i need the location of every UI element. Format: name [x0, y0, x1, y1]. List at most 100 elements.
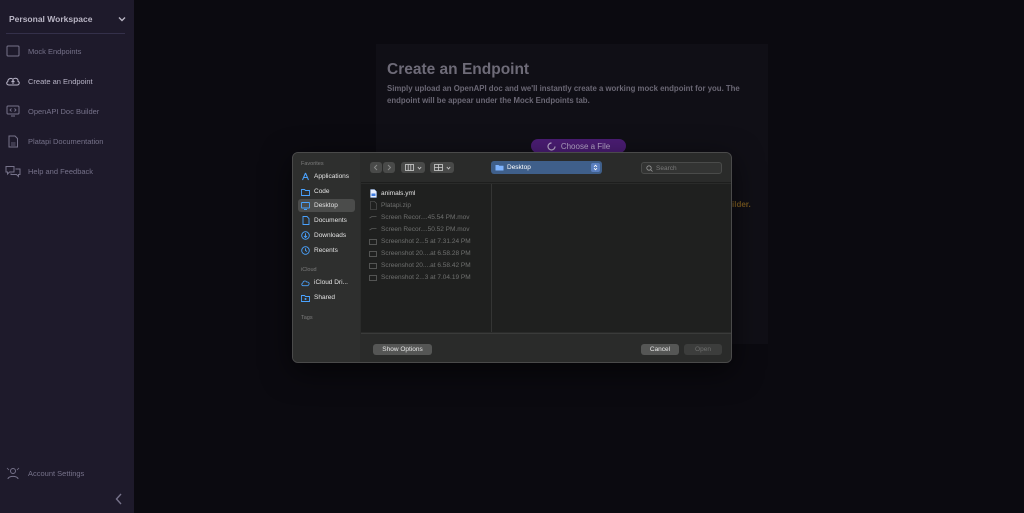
sidebar-item-desktop[interactable]: Desktop [298, 199, 355, 212]
cancel-button[interactable]: Cancel [641, 344, 679, 355]
code-window-icon [5, 104, 21, 118]
file-name: Platapi.zip [381, 202, 411, 209]
sidebar-item-label: Platapi Documentation [28, 136, 104, 146]
app-sidebar: Personal Workspace Mock Endpoints Create… [0, 0, 134, 513]
file-name: Screenshot 2...3 at 7.04.19 PM [381, 274, 471, 281]
sidebar-item-label: Shared [314, 294, 335, 301]
sidebar-item-label: Create an Endpoint [28, 76, 93, 86]
sidebar-item-applications[interactable]: Applications [298, 170, 355, 183]
file-name: Screen Recor....45.54 PM.mov [381, 214, 470, 221]
sidebar-item-label: Desktop [314, 202, 338, 209]
search-input[interactable] [656, 164, 716, 172]
sidebar-item-label: iCloud Dri... [314, 279, 348, 286]
spinner-icon [547, 141, 556, 151]
applications-icon [301, 172, 310, 181]
chevron-down-icon [445, 166, 451, 170]
open-button[interactable]: Open [684, 344, 722, 355]
choose-file-label: Choose a File [560, 141, 611, 151]
page-description: Simply upload an OpenAPI doc and we'll i… [387, 84, 740, 105]
up-down-arrows-icon [591, 163, 600, 172]
sidebar-item-create-endpoint[interactable]: Create an Endpoint [5, 71, 130, 91]
chat-bubbles-icon [5, 164, 21, 178]
yml-file-icon [369, 189, 377, 198]
image-file-icon [369, 273, 377, 282]
sidebar-item-label: Account Settings [28, 468, 85, 478]
sidebar-item-label: Mock Endpoints [28, 46, 82, 56]
workspace-name: Personal Workspace [9, 14, 93, 24]
video-file-icon [369, 213, 377, 222]
clock-icon [301, 246, 310, 255]
hint-link-text: ilder. [732, 200, 751, 209]
file-row: Screenshot 20....at 6.58.42 PM [369, 260, 471, 271]
sidebar-item-documents[interactable]: Documents [298, 214, 355, 227]
sidebar-item-recents[interactable]: Recents [298, 244, 355, 257]
sidebar-item-shared[interactable]: Shared [298, 291, 355, 304]
download-icon [301, 231, 310, 240]
file-row: Screenshot 2...3 at 7.04.19 PM [369, 272, 471, 283]
cloud-icon [301, 278, 310, 287]
section-favorites: Favorites [301, 161, 324, 167]
video-file-icon [369, 225, 377, 234]
file-row: Screenshot 2...5 at 7.31.24 PM [369, 236, 471, 247]
sidebar-item-downloads[interactable]: Downloads [298, 229, 355, 242]
shared-folder-icon [301, 293, 310, 302]
chevron-down-icon [416, 166, 422, 170]
file-row-animals-yml[interactable]: animals.yml [369, 188, 415, 199]
file-name: Screenshot 20....at 6.58.28 PM [381, 250, 471, 257]
view-mode-button[interactable] [401, 162, 425, 173]
search-field[interactable] [641, 162, 722, 174]
sidebar-item-openapi-doc-builder[interactable]: OpenAPI Doc Builder [5, 101, 130, 121]
window-icon [5, 44, 21, 58]
folder-icon [495, 165, 504, 171]
image-file-icon [369, 237, 377, 246]
document-icon [5, 134, 21, 148]
desktop-icon [301, 201, 310, 210]
dialog-sidebar: Favorites Applications Code Desktop Docu… [293, 153, 360, 362]
workspace-switcher[interactable]: Personal Workspace [9, 10, 127, 28]
file-picker-dialog: Favorites Applications Code Desktop Docu… [292, 152, 732, 363]
sidebar-item-label: Code [314, 188, 330, 195]
sidebar-item-help-feedback[interactable]: Help and Feedback [5, 161, 130, 181]
file-name: Screen Recor....50.52 PM.mov [381, 226, 470, 233]
document-icon [301, 216, 310, 225]
chevron-down-icon [118, 17, 126, 22]
back-button[interactable] [370, 162, 382, 173]
location-popup[interactable]: Desktop [491, 161, 602, 174]
forward-button[interactable] [383, 162, 395, 173]
sidebar-item-label: Downloads [314, 232, 347, 239]
show-options-button[interactable]: Show Options [373, 344, 432, 355]
person-icon [5, 466, 21, 480]
section-icloud: iCloud [301, 267, 317, 273]
chevron-left-icon [373, 164, 378, 171]
sidebar-item-code[interactable]: Code [298, 185, 355, 198]
sidebar-item-account-settings[interactable]: Account Settings [5, 463, 130, 483]
folder-icon [301, 187, 310, 196]
file-browser: animals.yml Platapi.zip Screen Recor....… [361, 184, 731, 332]
search-icon [646, 164, 653, 172]
cloud-upload-icon [5, 74, 21, 88]
file-row: Platapi.zip [369, 200, 411, 211]
sidebar-item-label: OpenAPI Doc Builder [28, 106, 100, 116]
dialog-footer: Show Options Cancel Open [361, 333, 731, 362]
sidebar-item-label: Documents [314, 217, 347, 224]
group-button[interactable] [430, 162, 454, 173]
file-name: animals.yml [381, 190, 416, 197]
sidebar-item-platapi-documentation[interactable]: Platapi Documentation [5, 131, 130, 151]
choose-file-button[interactable]: Choose a File [531, 139, 626, 153]
zip-file-icon [369, 201, 377, 210]
sidebar-item-mock-endpoints[interactable]: Mock Endpoints [5, 41, 130, 61]
file-name: Screenshot 2...5 at 7.31.24 PM [381, 238, 471, 245]
chevron-right-icon [387, 164, 392, 171]
file-row: Screenshot 20....at 6.58.28 PM [369, 248, 471, 259]
sidebar-item-label: Help and Feedback [28, 166, 94, 176]
location-label: Desktop [507, 164, 531, 171]
image-file-icon [369, 261, 377, 270]
image-file-icon [369, 249, 377, 258]
section-tags: Tags [301, 315, 313, 321]
collapse-sidebar-icon[interactable] [113, 492, 125, 506]
sidebar-item-icloud-drive[interactable]: iCloud Dri... [298, 276, 355, 289]
file-name: Screenshot 20....at 6.58.42 PM [381, 262, 471, 269]
grid-icon [433, 164, 443, 171]
file-row: Screen Recor....50.52 PM.mov [369, 224, 470, 235]
file-column: animals.yml Platapi.zip Screen Recor....… [361, 184, 492, 332]
